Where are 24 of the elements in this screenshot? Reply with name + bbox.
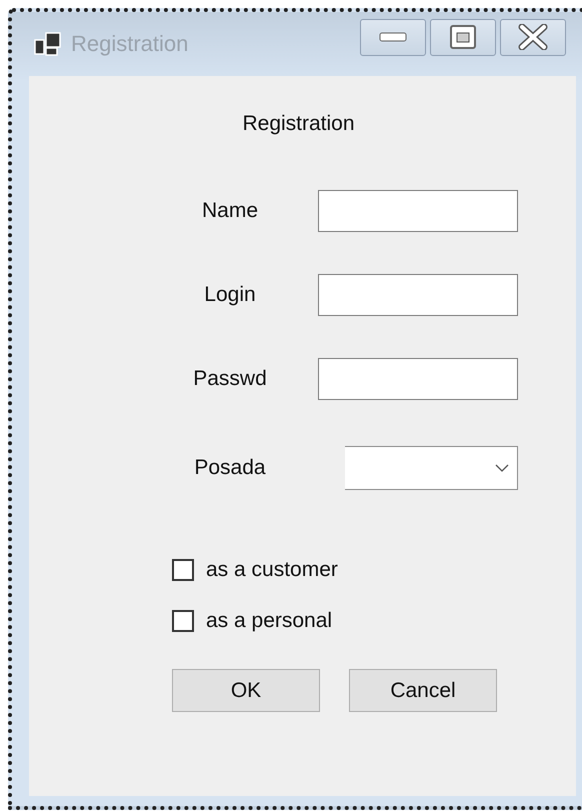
- close-icon: [518, 24, 548, 50]
- close-button[interactable]: [500, 18, 566, 56]
- checkbox[interactable]: [172, 559, 194, 581]
- minimize-button[interactable]: [360, 18, 426, 56]
- minimize-icon: [379, 32, 407, 42]
- chevron-down-icon: [495, 464, 509, 472]
- checkbox-label: as a personal: [206, 609, 332, 633]
- field-label: Login: [203, 283, 257, 307]
- field-label: Passwd: [192, 367, 268, 391]
- maximize-button[interactable]: [430, 18, 496, 56]
- form-heading: Registration: [241, 111, 356, 137]
- input-field[interactable]: [318, 358, 518, 400]
- checkbox[interactable]: [172, 610, 194, 632]
- input-field[interactable]: [318, 274, 518, 316]
- app-icon: [34, 32, 61, 56]
- maximize-icon: [449, 24, 477, 50]
- window-title: Registration: [71, 31, 190, 57]
- ok-button[interactable]: OK: [172, 669, 320, 712]
- combo-box[interactable]: [345, 446, 518, 490]
- field-label: Posada: [193, 456, 267, 480]
- input-field[interactable]: [318, 190, 518, 232]
- checkbox-label: as a customer: [206, 558, 338, 582]
- field-label: Name: [200, 199, 260, 223]
- cancel-button[interactable]: Cancel: [349, 669, 497, 712]
